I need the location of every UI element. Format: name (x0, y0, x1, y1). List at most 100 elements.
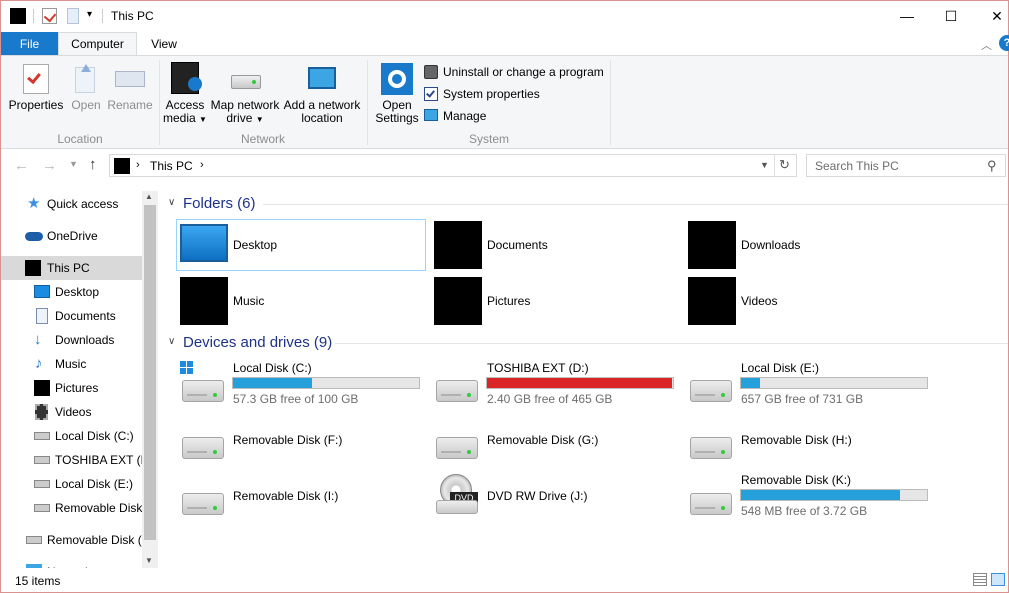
properties-quick-icon[interactable] (42, 8, 57, 24)
search-icon[interactable]: ⚲ (987, 158, 997, 174)
divider (335, 343, 1008, 344)
divider (610, 60, 611, 145)
videos-icon (688, 277, 736, 325)
folder-tile-music[interactable]: Music (176, 275, 426, 327)
drives-section-title[interactable]: Devices and drives (9) (183, 334, 332, 351)
sidebar-item-local-disk-c[interactable]: Local Disk (C:) (1, 424, 142, 448)
divider (774, 155, 775, 176)
minimize-button[interactable]: — (895, 5, 919, 27)
tab-computer[interactable]: Computer (58, 32, 137, 56)
search-input[interactable]: Search This PC (815, 159, 899, 173)
map-network-drive-button[interactable]: Map network drive ▼ (209, 99, 281, 126)
rename-button[interactable]: Rename (107, 99, 153, 112)
maximize-button[interactable]: ☐ (939, 5, 963, 27)
access-media-button[interactable]: Access media ▼ (163, 99, 207, 126)
chevron-down-icon: ▼ (255, 115, 264, 124)
folder-tile-desktop[interactable]: Desktop (176, 219, 426, 271)
app-icon[interactable] (10, 8, 26, 24)
drive-usage-fill (487, 378, 673, 388)
address-bar[interactable]: › This PC › ▼ ↻ (109, 154, 797, 177)
removable-drive-icon (436, 437, 478, 459)
drive-icon (34, 456, 50, 464)
film-icon (35, 404, 48, 420)
add-network-location-button[interactable]: Add a network location (282, 99, 362, 125)
scrollbar-thumb[interactable] (144, 205, 156, 540)
rename-icon (115, 71, 145, 87)
open-settings-label-line2: Settings (375, 111, 419, 125)
folder-label: Desktop (233, 238, 278, 252)
up-arrow-icon[interactable]: ↑ (89, 156, 97, 173)
details-view-icon[interactable] (973, 573, 987, 586)
sidebar-item-label: Local Disk (E:) (55, 477, 134, 491)
drive-label: Removable Disk (F:) (233, 433, 343, 447)
sidebar-item-label: Downloads (55, 333, 115, 347)
collapse-chevron-icon[interactable]: ∨ (168, 197, 175, 208)
drive-tile-f[interactable]: Removable Disk (F:) (176, 422, 426, 474)
open-settings-label-line1: Open (382, 98, 412, 112)
sidebar-item-downloads[interactable]: ↓ Downloads (1, 328, 142, 352)
drive-tile-d[interactable]: TOSHIBA EXT (D:) 2.40 GB free of 465 GB (430, 358, 680, 410)
sidebar-item-pictures[interactable]: Pictures (1, 376, 142, 400)
breadcrumb-this-pc[interactable]: This PC (150, 159, 193, 173)
collapse-chevron-icon[interactable]: ∨ (168, 336, 175, 347)
tab-view[interactable]: View (141, 32, 187, 56)
folder-tile-pictures[interactable]: Pictures (430, 275, 680, 327)
collapse-ribbon-icon[interactable]: ︿ (981, 37, 992, 53)
tab-file[interactable]: File (1, 32, 58, 56)
drive-tile-h[interactable]: Removable Disk (H:) (684, 422, 934, 474)
tiles-view-icon[interactable] (991, 573, 1005, 586)
search-box[interactable]: Search This PC ⚲ (806, 154, 1006, 177)
sidebar-item-label: Local Disk (C:) (55, 429, 134, 443)
pictures-icon (34, 380, 50, 396)
system-properties-button[interactable]: System properties (443, 87, 540, 101)
sidebar-item-documents[interactable]: Documents (1, 304, 142, 328)
drive-tile-c[interactable]: Local Disk (C:) 57.3 GB free of 100 GB (176, 358, 426, 410)
recent-locations-chevron-icon[interactable]: ▼ (69, 159, 78, 169)
uninstall-program-button[interactable]: Uninstall or change a program (443, 65, 604, 79)
scroll-up-icon[interactable]: ▲ (145, 192, 153, 201)
open-button[interactable]: Open (67, 99, 105, 112)
folder-tile-documents[interactable]: Documents (430, 219, 680, 271)
map-drive-label-line2: drive (226, 111, 253, 125)
sidebar-item-onedrive[interactable]: OneDrive (1, 224, 142, 248)
sidebar-item-network[interactable]: Network (1, 560, 142, 568)
item-count: 15 items (15, 574, 61, 588)
folder-tile-downloads[interactable]: Downloads (684, 219, 934, 271)
sidebar-item-this-pc[interactable]: This PC (1, 256, 142, 280)
back-arrow-icon[interactable]: ← (14, 157, 29, 174)
manage-button[interactable]: Manage (443, 109, 486, 123)
refresh-icon[interactable]: ↻ (779, 157, 790, 173)
drive-tile-j[interactable]: DVD DVD RW Drive (J:) (430, 470, 680, 522)
sidebar-item-music[interactable]: ♪ Music (1, 352, 142, 376)
drive-tile-i[interactable]: Removable Disk (I:) (176, 470, 426, 522)
forward-arrow-icon[interactable]: → (42, 157, 57, 174)
help-icon[interactable]: ? (999, 35, 1009, 51)
breadcrumb-separator-icon[interactable]: › (200, 159, 204, 171)
properties-button[interactable]: Properties (6, 99, 66, 112)
open-settings-button[interactable]: Open Settings (373, 99, 421, 125)
close-button[interactable]: ✕ (985, 5, 1009, 27)
folder-tile-videos[interactable]: Videos (684, 275, 934, 327)
sidebar-item-toshiba-ext[interactable]: TOSHIBA EXT (D (1, 448, 142, 472)
sidebar-item-local-disk-e[interactable]: Local Disk (E:) (1, 472, 142, 496)
sidebar-item-removable-disk[interactable]: Removable Disk (1, 496, 142, 520)
sidebar-item-quick-access[interactable]: ★ Quick access (1, 192, 142, 216)
drive-icon (34, 432, 50, 440)
folders-section-title[interactable]: Folders (6) (183, 195, 256, 212)
drive-tile-e[interactable]: Local Disk (E:) 657 GB free of 731 GB (684, 358, 934, 410)
sidebar-item-removable-disk-i[interactable]: Removable Disk (I (1, 528, 142, 552)
desktop-icon (180, 224, 228, 262)
drive-label: DVD RW Drive (J:) (487, 489, 588, 503)
drive-label: Removable Disk (G:) (487, 433, 599, 447)
drive-tile-g[interactable]: Removable Disk (G:) (430, 422, 680, 474)
divider (263, 204, 1008, 205)
hard-drive-icon (436, 380, 478, 402)
scroll-down-icon[interactable]: ▼ (145, 556, 153, 565)
address-dropdown-chevron-icon[interactable]: ▼ (760, 160, 769, 170)
drive-usage-bar (232, 377, 420, 389)
new-folder-quick-icon[interactable] (67, 8, 79, 24)
sidebar-item-videos[interactable]: Videos (1, 400, 142, 424)
customize-toolbar-chevron-icon[interactable]: ▾ (87, 9, 92, 20)
sidebar-item-desktop[interactable]: Desktop (1, 280, 142, 304)
drive-tile-k[interactable]: Removable Disk (K:) 548 MB free of 3.72 … (684, 470, 934, 522)
